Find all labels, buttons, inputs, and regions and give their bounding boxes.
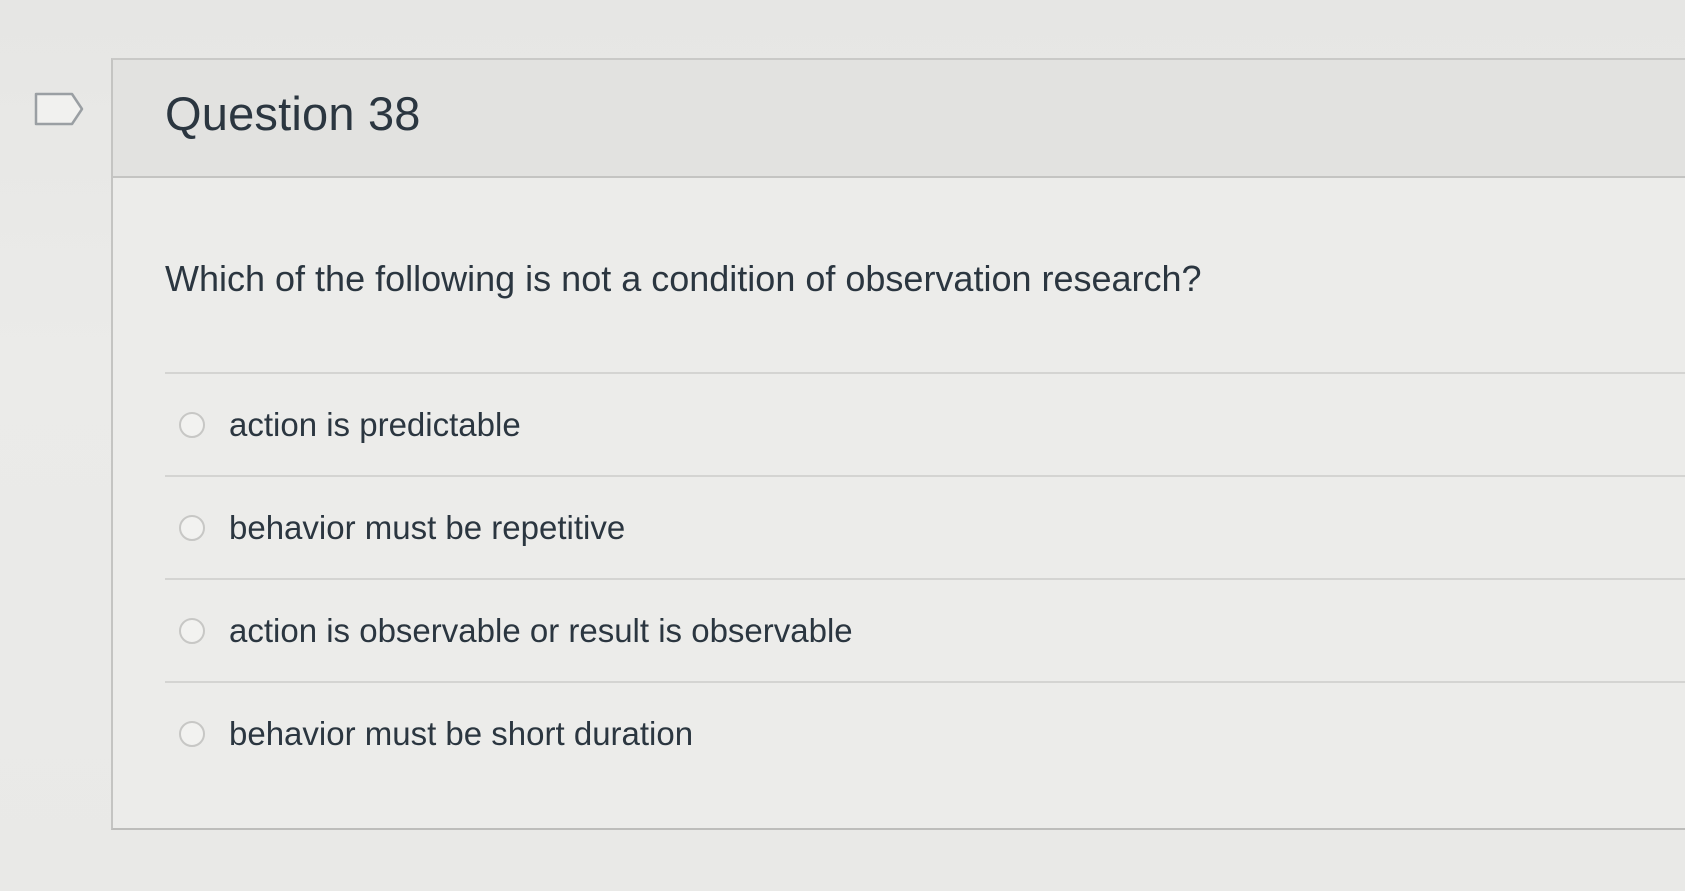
question-body: Which of the following is not a conditio…	[113, 178, 1685, 828]
answer-label: action is predictable	[229, 405, 521, 443]
answer-label: behavior must be short duration	[229, 714, 694, 752]
question-title: Question 38	[165, 87, 421, 140]
question-card: Question 38 Which of the following is no…	[111, 58, 1685, 830]
answer-option[interactable]: behavior must be repetitive	[165, 475, 1685, 578]
answer-option[interactable]: action is predictable	[165, 372, 1685, 475]
flag-question-icon[interactable]	[34, 92, 84, 126]
radio-button[interactable]	[179, 514, 205, 541]
question-text: Which of the following is not a conditio…	[165, 258, 1202, 299]
answer-option[interactable]: action is observable or result is observ…	[165, 578, 1685, 681]
answer-label: action is observable or result is observ…	[229, 611, 853, 649]
quiz-page: Question 38 Which of the following is no…	[0, 0, 1685, 891]
answer-option[interactable]: behavior must be short duration	[165, 681, 1685, 784]
radio-button[interactable]	[179, 617, 205, 644]
answer-label: behavior must be repetitive	[229, 508, 626, 546]
radio-button[interactable]	[179, 720, 205, 747]
radio-button[interactable]	[179, 411, 205, 438]
answer-list: action is predictable behavior must be r…	[165, 372, 1685, 784]
question-header: Question 38	[113, 60, 1685, 178]
